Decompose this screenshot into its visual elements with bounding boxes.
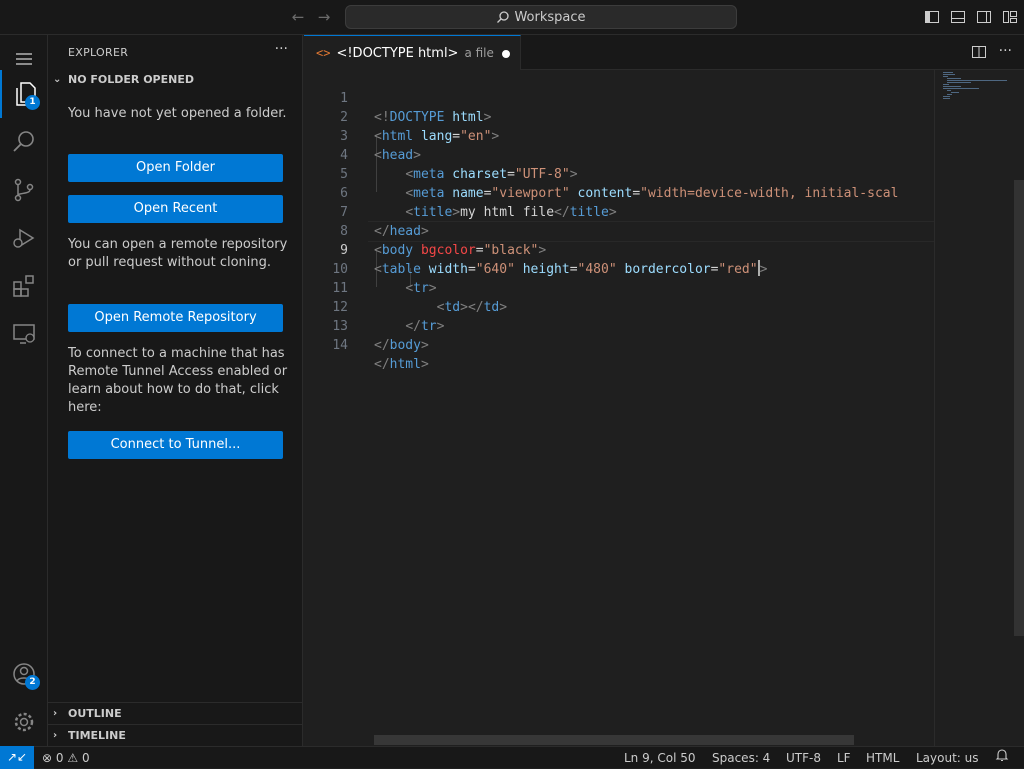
timeline-section-header[interactable]: › TIMELINE: [48, 724, 303, 746]
language-mode[interactable]: HTML: [866, 747, 899, 769]
editor-tab-bar: <> <!DOCTYPE html> a file ···: [304, 35, 1024, 70]
vertical-scrollbar[interactable]: [1014, 180, 1024, 636]
tab-title: <!DOCTYPE html>: [336, 45, 459, 61]
code-line: 8 <body bgcolor="black">: [340, 224, 547, 258]
command-center-search[interactable]: Workspace: [345, 5, 737, 29]
explorer-badge: 1: [25, 95, 40, 110]
indentation[interactable]: Spaces: 4: [712, 747, 770, 769]
toggle-secondary-sidebar-icon[interactable]: [976, 9, 992, 25]
keyboard-layout[interactable]: Layout: us: [916, 747, 979, 769]
open-folder-button[interactable]: Open Folder: [68, 154, 283, 182]
code-line: 14 </html>: [332, 338, 429, 372]
command-center-label: Workspace: [514, 9, 586, 25]
error-icon: ⊗: [42, 751, 53, 765]
connect-to-tunnel-button[interactable]: Connect to Tunnel...: [68, 431, 283, 459]
code-line: 4 <meta charset="UTF-8">: [340, 148, 578, 182]
tab-description: a file: [464, 46, 494, 60]
accounts-badge: 2: [25, 675, 40, 690]
remote-repository-message: You can open a remote repository or pull…: [68, 237, 288, 270]
forward-arrow-icon[interactable]: →: [315, 8, 333, 26]
code-line: 11 <td></td>: [332, 281, 508, 315]
open-remote-repository-button[interactable]: Open Remote Repository: [68, 304, 283, 332]
extensions-icon[interactable]: [0, 262, 48, 310]
customize-layout-icon[interactable]: [1002, 9, 1018, 25]
title-bar: ← → Workspace: [0, 0, 1024, 35]
tab-untitled-html[interactable]: <> <!DOCTYPE html> a file: [304, 35, 521, 70]
code-line: 12 </tr>: [332, 300, 445, 334]
gear-icon[interactable]: [0, 698, 48, 746]
toggle-primary-sidebar-icon[interactable]: [924, 9, 940, 25]
open-recent-button[interactable]: Open Recent: [68, 195, 283, 223]
code-line: 5 <meta name="viewport" content="width=d…: [340, 167, 899, 201]
problems-indicator[interactable]: ⊗ 0 ⚠ 0: [42, 747, 90, 769]
sidebar-title: EXPLORER: [68, 46, 129, 59]
error-count: 0: [55, 751, 64, 765]
code-line: 6 <title>my html file</title>: [340, 186, 617, 220]
minimap[interactable]: [934, 70, 1014, 746]
split-editor-icon[interactable]: [971, 44, 987, 64]
warning-count: 0: [81, 751, 90, 765]
remote-indicator-icon[interactable]: ↗↙: [0, 746, 34, 769]
chevron-right-icon: ›: [53, 730, 58, 741]
code-line: 13 </body>: [332, 319, 429, 353]
remote-tunnel-message: To connect to a machine that has Remote …: [68, 346, 288, 415]
back-arrow-icon[interactable]: ←: [289, 8, 307, 26]
chevron-right-icon: ›: [53, 708, 58, 719]
toggle-panel-icon[interactable]: [950, 9, 966, 25]
code-line: 7 </head>: [340, 205, 429, 239]
code-line: 3 <head>: [340, 129, 421, 163]
unsaved-dot-icon[interactable]: [502, 50, 510, 58]
remote-explorer-icon[interactable]: [0, 310, 48, 358]
code-line-current: 9 <table width="640" height="480" border…: [340, 243, 768, 277]
encoding[interactable]: UTF-8: [786, 747, 821, 769]
status-bar: ↗↙ ⊗ 0 ⚠ 0 Ln 9, Col 50 Spaces: 4 UTF-8 …: [0, 746, 1024, 769]
explorer-sidebar: EXPLORER ··· ⌄ NO FOLDER OPENED You have…: [48, 35, 303, 746]
outline-section-header[interactable]: › OUTLINE: [48, 702, 303, 724]
code-line: 2 <html lang="en">: [340, 110, 500, 144]
no-folder-section-header[interactable]: ⌄ NO FOLDER OPENED: [48, 69, 303, 91]
horizontal-scrollbar[interactable]: [374, 735, 854, 745]
search-view-icon[interactable]: [0, 118, 48, 166]
warning-icon: ⚠: [67, 751, 79, 765]
chevron-down-icon: ⌄: [53, 74, 62, 85]
source-control-icon[interactable]: [0, 166, 48, 214]
activity-bar: 1 2: [0, 35, 48, 746]
run-debug-icon[interactable]: [0, 214, 48, 262]
html-file-icon: <>: [316, 46, 331, 60]
code-line: 1 <!DOCTYPE html>: [340, 91, 492, 125]
more-actions-icon[interactable]: ···: [275, 41, 288, 57]
code-editor[interactable]: 1 <!DOCTYPE html> 2 <html lang="en"> 3 <…: [304, 70, 1024, 746]
end-of-line[interactable]: LF: [837, 747, 851, 769]
explorer-icon[interactable]: 1: [0, 70, 48, 118]
editor-more-actions-icon[interactable]: ···: [999, 44, 1012, 64]
bell-icon[interactable]: [995, 747, 1009, 769]
search-icon: [497, 11, 510, 23]
cursor-position[interactable]: Ln 9, Col 50: [624, 747, 696, 769]
no-folder-message: You have not yet opened a folder.: [68, 106, 287, 121]
code-line: 10 <tr>: [332, 262, 437, 296]
accounts-icon[interactable]: 2: [0, 650, 48, 698]
